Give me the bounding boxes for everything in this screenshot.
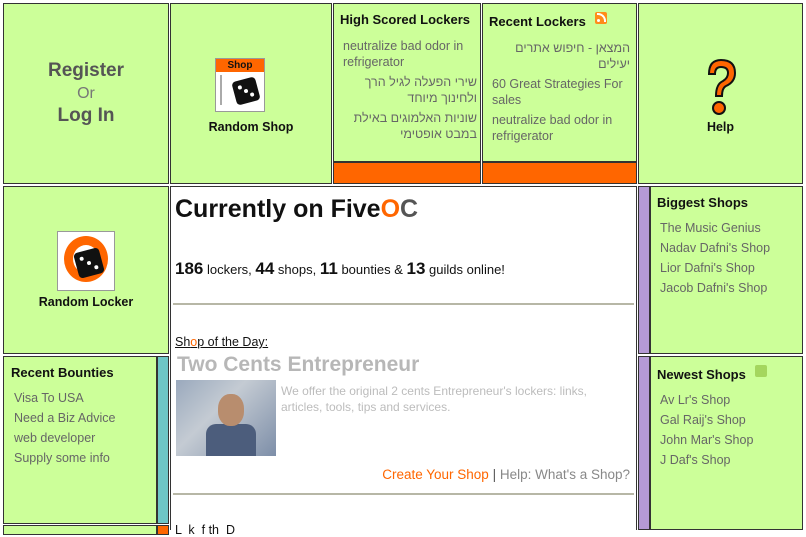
- help-panel[interactable]: Help: [638, 3, 803, 184]
- high-scored-list: neutralize bad odor in refrigerator שירי…: [343, 38, 477, 146]
- help-label[interactable]: Help: [639, 120, 802, 134]
- list-item[interactable]: המצאן - חיפוש אתרים יעילים: [492, 40, 630, 72]
- biggest-shops-title: Biggest Shops: [657, 195, 749, 210]
- high-scored-footer-bar: [333, 162, 481, 184]
- list-item[interactable]: Av Lr's Shop: [660, 392, 753, 408]
- high-scored-panel: High Scored Lockers neutralize bad odor …: [333, 3, 481, 162]
- divider: [173, 303, 634, 305]
- shop-help-link[interactable]: Help: What's a Shop?: [500, 467, 630, 482]
- high-scored-title: High Scored Lockers: [340, 12, 471, 27]
- list-item[interactable]: John Mar's Shop: [660, 432, 753, 448]
- list-item[interactable]: web developer: [14, 430, 115, 446]
- bottom-left-panel: [3, 525, 157, 535]
- list-item[interactable]: The Music Genius: [660, 220, 770, 236]
- main-content: Currently on FiveOC 186 lockers, 44 shop…: [170, 186, 637, 537]
- lockers-of-the-day-label: L k f th D: [175, 523, 235, 537]
- recent-bounties-side-bar: [157, 356, 169, 524]
- site-stats: 186 lockers, 44 shops, 11 bounties & 13 …: [175, 259, 505, 278]
- or-label: Or: [77, 85, 95, 102]
- shop-owner-photo[interactable]: [176, 380, 276, 456]
- list-item[interactable]: Jacob Dafni's Shop: [660, 280, 770, 296]
- question-mark-icon[interactable]: [701, 56, 741, 118]
- list-item[interactable]: Nadav Dafni's Shop: [660, 240, 770, 256]
- newest-shops-panel: Newest Shops Av Lr's Shop Gal Raij's Sho…: [650, 356, 803, 530]
- recent-lockers-panel: Recent Lockers המצאן - חיפוש אתרים יעילי…: [482, 3, 637, 162]
- login-link[interactable]: Log In: [4, 105, 168, 127]
- biggest-shops-panel: Biggest Shops The Music Genius Nadav Daf…: [650, 186, 803, 354]
- rss-icon[interactable]: [595, 12, 607, 24]
- list-item[interactable]: neutralize bad odor in refrigerator: [343, 38, 477, 70]
- random-shop-label[interactable]: Random Shop: [171, 120, 331, 134]
- rss-icon[interactable]: [755, 365, 767, 377]
- recent-bounties-title: Recent Bounties: [11, 365, 114, 380]
- random-locker-label[interactable]: Random Locker: [4, 295, 168, 309]
- recent-lockers-footer-bar: [482, 162, 637, 184]
- list-item[interactable]: Gal Raij's Shop: [660, 412, 753, 428]
- list-item[interactable]: J Daf's Shop: [660, 452, 753, 468]
- auth-panel: Register Or Log In: [3, 3, 169, 184]
- recent-bounties-list: Visa To USA Need a Biz Advice web develo…: [14, 390, 115, 470]
- list-item[interactable]: neutralize bad odor in refrigerator: [492, 112, 630, 144]
- newest-shops-title: Newest Shops: [657, 367, 746, 382]
- currently-title: Currently on FiveOC: [175, 195, 419, 223]
- random-shop-panel[interactable]: Shop Random Shop: [170, 3, 332, 184]
- register-link[interactable]: Register: [4, 60, 168, 82]
- list-item[interactable]: Supply some info: [14, 450, 115, 466]
- list-item[interactable]: שירי הפעלה לגיל הרך ולחינוך מיוחד: [343, 74, 477, 106]
- locker-dice-icon[interactable]: [57, 231, 115, 291]
- recent-bounties-panel: Recent Bounties Visa To USA Need a Biz A…: [3, 356, 157, 524]
- recent-lockers-title: Recent Lockers: [489, 14, 586, 29]
- divider: [173, 493, 634, 495]
- shop-of-the-day-label[interactable]: Shop of the Day:: [175, 335, 268, 349]
- shop-actions: Create Your Shop | Help: What's a Shop?: [382, 467, 630, 482]
- list-item[interactable]: Visa To USA: [14, 390, 115, 406]
- list-item[interactable]: Lior Dafni's Shop: [660, 260, 770, 276]
- shop-dice-icon[interactable]: Shop: [215, 58, 265, 112]
- biggest-shops-side-bar: [638, 186, 650, 354]
- list-item[interactable]: שוניות האלמוגים באילת במבט אופטימי: [343, 110, 477, 142]
- list-item[interactable]: Need a Biz Advice: [14, 410, 115, 426]
- shop-of-the-day-description: We offer the original 2 cents Entreprene…: [281, 384, 587, 414]
- bottom-left-bar: [157, 525, 169, 535]
- newest-shops-list: Av Lr's Shop Gal Raij's Shop John Mar's …: [660, 392, 753, 472]
- biggest-shops-list: The Music Genius Nadav Dafni's Shop Lior…: [660, 220, 770, 300]
- random-locker-panel[interactable]: Random Locker: [3, 186, 169, 354]
- list-item[interactable]: 60 Great Strategies For sales: [492, 76, 630, 108]
- create-shop-link[interactable]: Create Your Shop: [382, 467, 489, 482]
- shop-of-the-day-name[interactable]: Two Cents Entrepreneur: [177, 353, 419, 377]
- newest-shops-side-bar: [638, 356, 650, 530]
- recent-lockers-list: המצאן - חיפוש אתרים יעילים 60 Great Stra…: [492, 40, 630, 148]
